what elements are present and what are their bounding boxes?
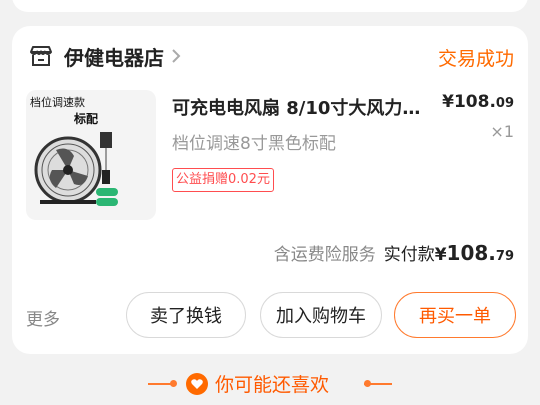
previous-card [12, 0, 528, 12]
store-header[interactable]: 伊健电器店 [28, 42, 182, 70]
heart-icon [186, 373, 208, 395]
thumb-label: 档位调速款 [30, 96, 85, 109]
product-sku: 档位调速8寸黑色标配 [172, 134, 336, 154]
more-button[interactable]: 更多 [26, 305, 60, 330]
product-title[interactable]: 可充电电风扇 8/10寸大风力… [172, 94, 450, 120]
paid-label: 实付款 [383, 245, 435, 265]
sell-button[interactable]: 卖了换钱 [126, 292, 246, 338]
paid-main: 108. [446, 241, 496, 265]
chevron-right-icon[interactable] [170, 48, 182, 64]
shipping-insurance-label: 含运费险服务 [273, 245, 376, 265]
paid-amount: ¥108.79 [435, 241, 514, 265]
order-status: 交易成功 [437, 48, 514, 70]
charity-tag: 公益捐赠0.02元 [172, 168, 274, 192]
dot-left [170, 380, 177, 387]
buy-again-button[interactable]: 再买一单 [394, 292, 516, 338]
product-price: ¥108.09 [442, 92, 514, 112]
store-name[interactable]: 伊健电器店 [64, 42, 164, 71]
order-card[interactable]: 伊健电器店 交易成功 档位调速款 标配 可充电电风扇 8/10寸大风力… ¥10… [12, 26, 528, 354]
add-to-cart-button[interactable]: 加入购物车 [260, 292, 382, 338]
product-price-main: ¥108. [442, 92, 496, 112]
store-icon [30, 46, 52, 66]
paid-currency: ¥ [434, 245, 447, 265]
product-thumbnail[interactable]: 档位调速款 标配 [26, 90, 156, 220]
recommend-header: 你可能还喜欢 [0, 370, 540, 400]
divider-right [364, 383, 392, 385]
product-price-cents: 09 [495, 96, 514, 111]
thumb-label-2: 标配 [74, 112, 99, 126]
product-quantity: ×1 [490, 122, 514, 141]
payment-summary: 含运费险服务 实付款 ¥108.79 [274, 240, 514, 265]
recommend-title: 你可能还喜欢 [215, 374, 330, 396]
paid-cents: 79 [495, 249, 514, 264]
